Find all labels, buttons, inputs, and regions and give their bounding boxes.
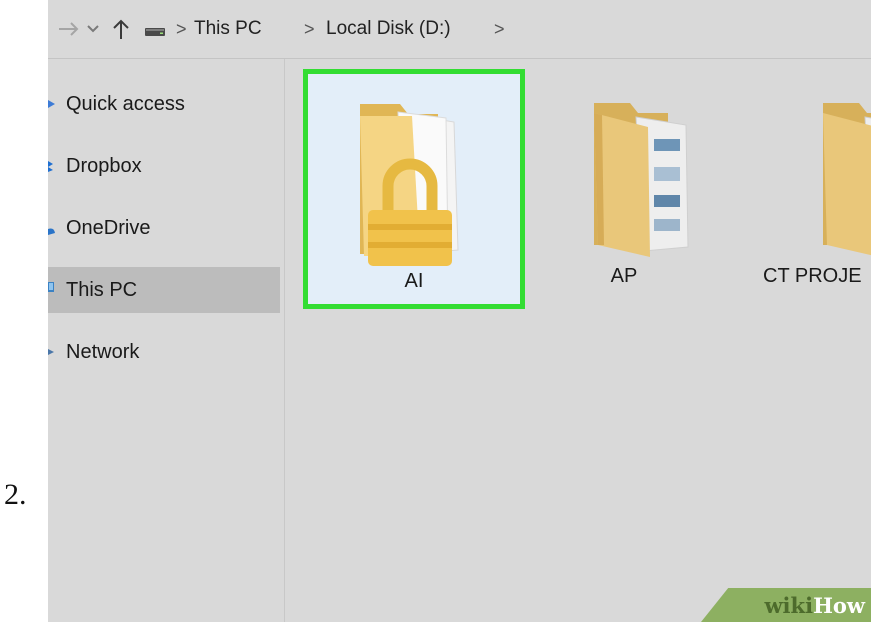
sidebar-item-label: OneDrive xyxy=(66,216,151,239)
sidebar-item-label: This PC xyxy=(66,278,138,301)
sidebar-item-dropbox[interactable]: Dropbox xyxy=(48,143,280,189)
watermark-how: How xyxy=(813,592,865,618)
file-explorer-window: > This PC > Local Disk (D:) > Quick acce… xyxy=(48,0,871,622)
wikihow-watermark: wiki How xyxy=(701,588,871,622)
recent-locations-button[interactable] xyxy=(82,14,104,44)
star-icon xyxy=(48,100,55,108)
breadcrumb-local-disk[interactable]: Local Disk (D:) xyxy=(326,16,451,42)
breadcrumb-separator: > xyxy=(176,19,187,39)
drive-icon xyxy=(145,28,165,36)
folder-label: CT PROJE xyxy=(763,265,862,287)
folder-icon xyxy=(594,103,689,257)
chevron-down-icon xyxy=(87,25,99,33)
folder-ap[interactable]: AP xyxy=(513,69,735,309)
arrow-up-icon xyxy=(113,19,129,39)
sidebar-item-label: Network xyxy=(66,340,140,363)
navigation-pane: Quick access Dropbox OneDrive This PC Ne… xyxy=(48,59,285,622)
cloud-icon xyxy=(48,228,55,235)
sidebar-item-quick-access[interactable]: Quick access xyxy=(48,81,280,127)
watermark-wiki: wiki xyxy=(764,592,814,618)
address-bar: > This PC > Local Disk (D:) > xyxy=(48,0,871,59)
dropbox-icon xyxy=(48,161,53,172)
folder-label: AI xyxy=(404,270,424,292)
sidebar-item-label: Quick access xyxy=(66,92,185,115)
step-number: 2. xyxy=(4,478,27,511)
sidebar-item-onedrive[interactable]: OneDrive xyxy=(48,205,280,251)
folder-view: AI AP CT PROJE wiki How xyxy=(285,59,871,622)
folder-icon xyxy=(823,103,871,256)
computer-icon xyxy=(48,282,54,292)
up-button[interactable] xyxy=(106,14,136,44)
breadcrumb-this-pc[interactable]: This PC xyxy=(194,16,262,42)
breadcrumb-separator: > xyxy=(304,19,315,39)
breadcrumb-separator: > xyxy=(494,19,505,39)
sidebar-item-label: Dropbox xyxy=(66,154,142,177)
locked-folder-icon xyxy=(360,104,459,266)
sidebar-item-network[interactable]: Network xyxy=(48,329,280,375)
folder-ct-project[interactable]: CT PROJE xyxy=(723,69,871,309)
sidebar-item-this-pc[interactable]: This PC xyxy=(48,267,280,313)
folder-ai[interactable]: AI xyxy=(303,69,525,309)
arrow-right-icon xyxy=(59,22,79,36)
network-icon xyxy=(48,349,54,355)
folder-label: AP xyxy=(610,265,638,287)
forward-button[interactable] xyxy=(56,14,82,44)
